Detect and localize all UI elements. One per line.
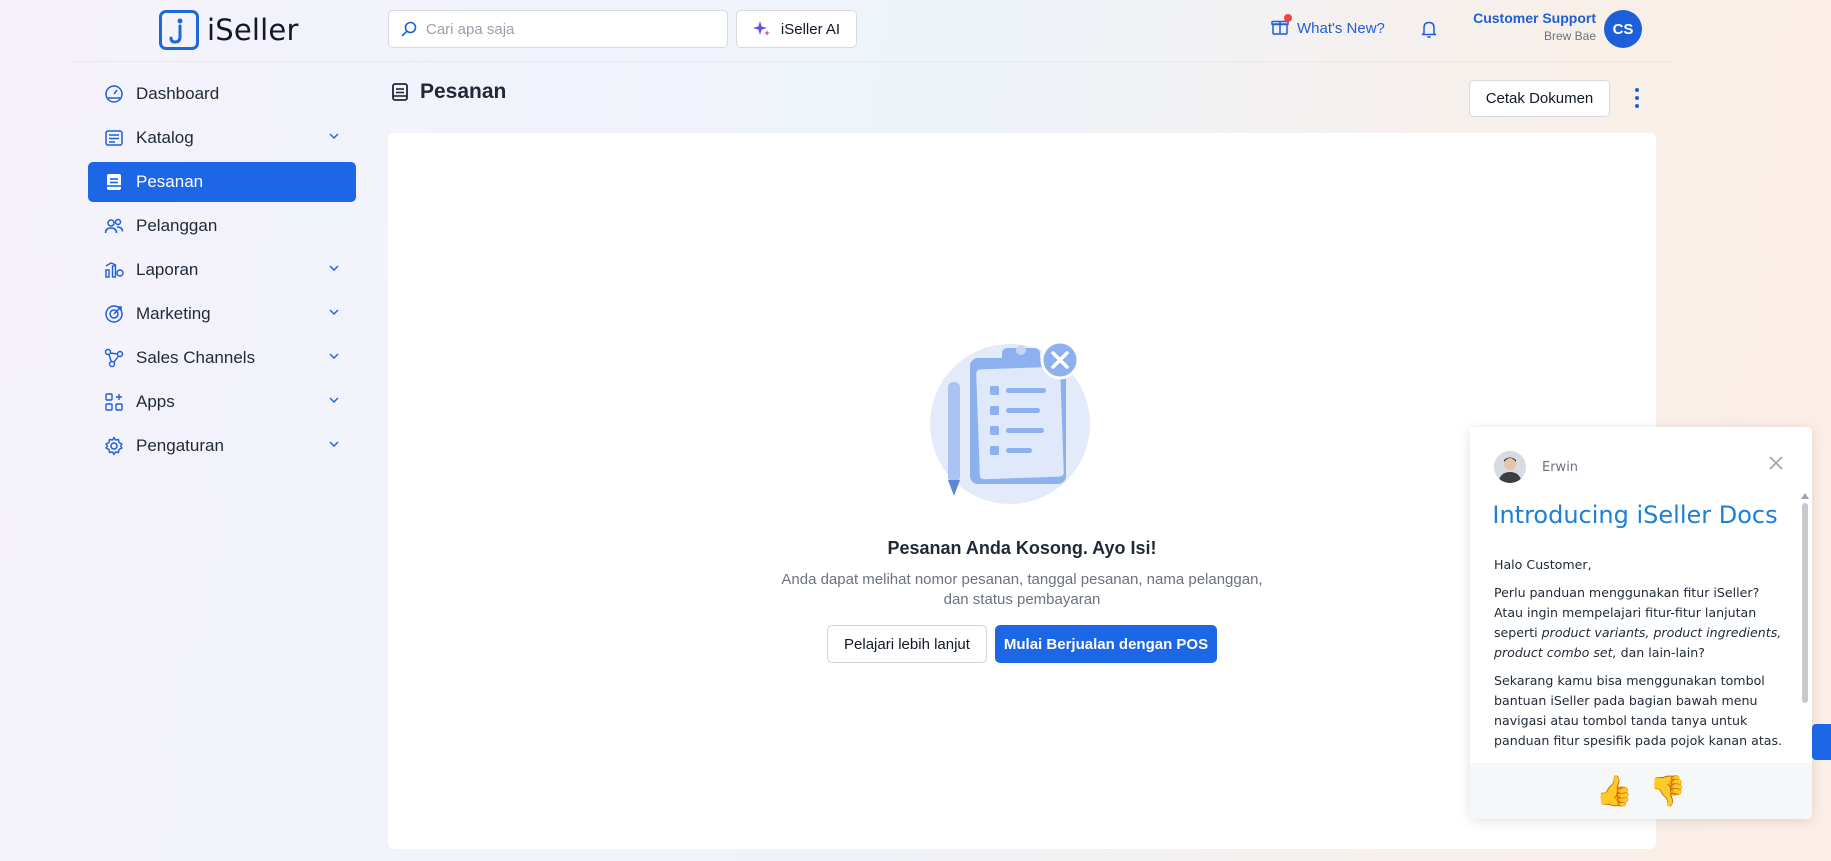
sidebar-item-label: Dashboard — [136, 84, 220, 103]
header-divider — [72, 61, 1674, 62]
start-pos-button[interactable]: Mulai Berjualan dengan POS — [995, 625, 1217, 663]
sidebar-item-pesanan[interactable]: Pesanan — [88, 162, 356, 202]
chevron-down-icon — [329, 309, 339, 315]
orders-card: Pesanan Anda Kosong. Ayo Isi! Anda dapat… — [388, 133, 1656, 849]
sidebar-item-marketing[interactable]: Marketing — [88, 294, 356, 334]
search-input[interactable] — [426, 20, 696, 38]
greeting-text: Halo Customer, — [1494, 557, 1592, 572]
top-header: iSeller iSeller AI What's New? Customer … — [0, 0, 1831, 62]
whats-new-link[interactable]: What's New? — [1271, 14, 1385, 39]
orders-icon — [392, 83, 408, 101]
iseller-logo-icon — [159, 10, 199, 50]
close-icon[interactable] — [1766, 453, 1786, 473]
help-tab[interactable] — [1812, 724, 1831, 760]
widget-title: Introducing iSeller Docs — [1492, 501, 1778, 529]
page-header: Pesanan — [390, 80, 506, 104]
sender-avatar — [1494, 451, 1526, 483]
chevron-down-icon — [329, 133, 339, 139]
sidebar-item-pelanggan[interactable]: Pelanggan — [88, 206, 356, 246]
sidebar-item-label: Marketing — [136, 304, 211, 323]
sidebar-item-label: Pengaturan — [136, 436, 224, 455]
chevron-down-icon — [329, 397, 339, 403]
scroll-up-arrow[interactable] — [1801, 493, 1809, 499]
sidebar-item-label: Pesanan — [136, 172, 204, 191]
sidebar-item-label: Pelanggan — [136, 216, 218, 235]
account-name: Customer Support — [1473, 10, 1596, 26]
widget-message: Halo Customer, Perlu panduan menggunakan… — [1494, 555, 1784, 759]
chevron-down-icon — [329, 441, 339, 447]
whats-new-label: What's New? — [1297, 19, 1385, 37]
marketing-icon — [104, 304, 124, 324]
print-document-button[interactable]: Cetak Dokumen — [1469, 80, 1610, 117]
sidebar-item-katalog[interactable]: Katalog — [88, 118, 356, 158]
empty-state-title: Pesanan Anda Kosong. Ayo Isi! — [887, 538, 1157, 558]
sidebar-item-laporan[interactable]: Laporan — [88, 250, 356, 290]
sales-channels-icon — [104, 348, 124, 368]
sidebar-item-pengaturan[interactable]: Pengaturan — [88, 426, 356, 466]
chat-widget: Erwin Introducing iSeller Docs Halo Cust… — [1470, 427, 1812, 819]
sidebar-item-sales-channels[interactable]: Sales Channels — [88, 338, 356, 378]
apps-icon — [104, 392, 124, 412]
ai-button-label: iSeller AI — [780, 20, 841, 38]
learn-more-button[interactable]: Pelajari lebih lanjut — [827, 625, 987, 663]
message-paragraph: Perlu panduan menggunakan fitur iSeller?… — [1494, 583, 1784, 663]
reports-icon — [104, 260, 124, 280]
sidebar-item-label: Laporan — [136, 260, 199, 279]
sidebar: Dashboard Katalog Pesanan Pelanggan Lapo… — [88, 74, 356, 470]
empty-state-description: Anda dapat melihat nomor pesanan, tangga… — [781, 571, 1263, 608]
dashboard-icon — [104, 84, 124, 104]
iseller-ai-button[interactable]: iSeller AI — [736, 10, 857, 48]
sidebar-item-label: Sales Channels — [136, 348, 256, 367]
catalog-icon — [104, 128, 124, 148]
thumbs-down-icon[interactable]: 👎 — [1649, 774, 1686, 809]
widget-scrollbar[interactable] — [1802, 503, 1808, 703]
thumbs-up-icon[interactable]: 👍 — [1596, 774, 1633, 809]
bell-icon[interactable] — [1420, 19, 1438, 44]
message-paragraph: Sekarang kamu bisa menggunakan tombol ba… — [1494, 673, 1783, 748]
settings-icon — [104, 436, 124, 456]
search-box[interactable] — [388, 10, 728, 48]
sparkle-icon — [752, 21, 770, 36]
avatar[interactable]: CS — [1604, 10, 1642, 48]
sender-name: Erwin — [1542, 460, 1579, 475]
chevron-down-icon — [329, 265, 339, 271]
feedback-bar: 👍 👎 — [1470, 763, 1812, 819]
sidebar-item-dashboard[interactable]: Dashboard — [88, 74, 356, 114]
gift-icon — [1271, 14, 1292, 39]
app-logo[interactable]: iSeller — [159, 10, 299, 50]
orders-icon — [104, 172, 124, 192]
account-info[interactable]: Customer Support Brew Bae — [1460, 10, 1596, 43]
sidebar-item-apps[interactable]: Apps — [88, 382, 356, 422]
more-options-icon[interactable] — [1630, 86, 1644, 110]
search-icon — [401, 21, 417, 37]
sidebar-item-label: Katalog — [136, 128, 194, 147]
page-title: Pesanan — [420, 80, 507, 103]
account-org: Brew Bae — [1543, 29, 1596, 43]
logo-text: iSeller — [207, 13, 299, 47]
sidebar-item-label: Apps — [136, 392, 175, 411]
chevron-down-icon — [329, 353, 339, 359]
customers-icon — [104, 216, 124, 236]
empty-clipboard-illustration — [930, 340, 1090, 504]
notification-dot — [1284, 14, 1292, 22]
message-text: dan lain-lain? — [1616, 645, 1705, 660]
